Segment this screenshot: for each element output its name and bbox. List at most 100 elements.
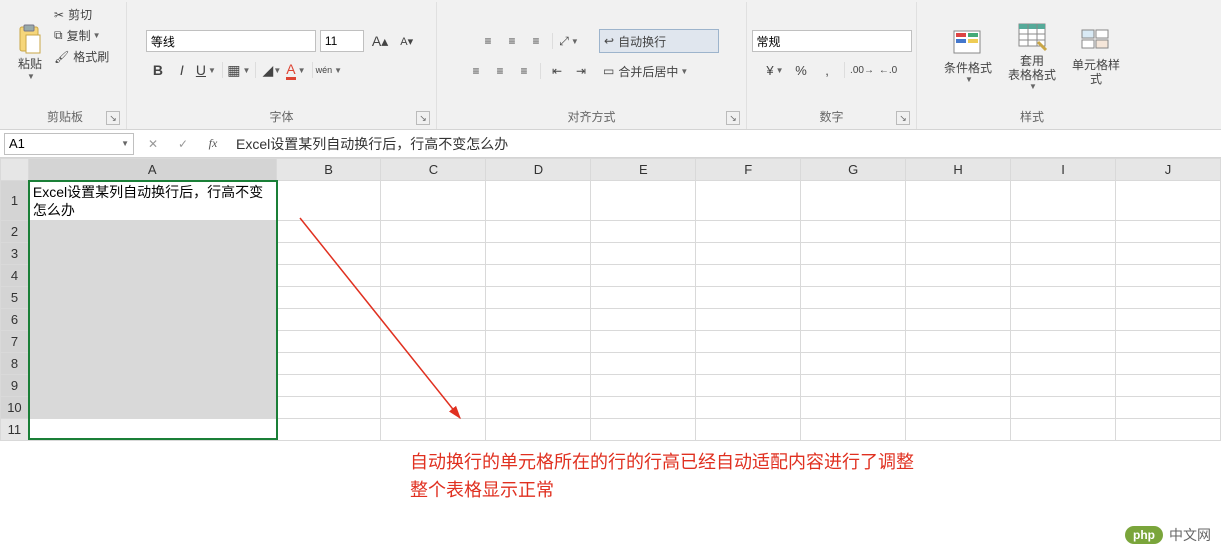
cell[interactable] bbox=[276, 265, 381, 287]
cell[interactable] bbox=[1116, 287, 1221, 309]
cell[interactable] bbox=[696, 181, 801, 221]
col-header-A[interactable]: A bbox=[28, 159, 276, 181]
cell[interactable] bbox=[486, 419, 591, 441]
cell[interactable] bbox=[801, 265, 906, 287]
align-bottom-button[interactable]: ≡ bbox=[524, 29, 548, 53]
select-all-corner[interactable] bbox=[1, 159, 29, 181]
cell[interactable] bbox=[1011, 243, 1116, 265]
cell[interactable] bbox=[28, 309, 276, 331]
accounting-format-button[interactable]: ¥▼ bbox=[762, 58, 788, 82]
cell[interactable] bbox=[591, 287, 696, 309]
row-header[interactable]: 11 bbox=[1, 419, 29, 441]
cell-A1[interactable]: Excel设置某列自动换行后，行高不变怎么办 bbox=[28, 181, 276, 221]
cell[interactable] bbox=[801, 397, 906, 419]
cell[interactable] bbox=[591, 397, 696, 419]
cell[interactable] bbox=[696, 375, 801, 397]
cell[interactable] bbox=[696, 331, 801, 353]
cell[interactable] bbox=[381, 287, 486, 309]
cell[interactable] bbox=[906, 221, 1011, 243]
cell[interactable] bbox=[1011, 331, 1116, 353]
formula-input[interactable] bbox=[228, 133, 1221, 155]
cell[interactable] bbox=[696, 309, 801, 331]
cell[interactable] bbox=[1011, 419, 1116, 441]
cell[interactable] bbox=[591, 221, 696, 243]
cell[interactable] bbox=[591, 419, 696, 441]
cell[interactable] bbox=[28, 221, 276, 243]
cell[interactable] bbox=[1011, 221, 1116, 243]
cell[interactable] bbox=[801, 221, 906, 243]
cell[interactable] bbox=[591, 265, 696, 287]
cell[interactable] bbox=[696, 221, 801, 243]
cell[interactable] bbox=[276, 397, 381, 419]
row-header[interactable]: 2 bbox=[1, 221, 29, 243]
col-header-H[interactable]: H bbox=[906, 159, 1011, 181]
cell[interactable] bbox=[801, 331, 906, 353]
row-header[interactable]: 4 bbox=[1, 265, 29, 287]
orientation-button[interactable]: ⤢▼ bbox=[557, 29, 581, 53]
cell[interactable] bbox=[1011, 265, 1116, 287]
cell[interactable] bbox=[276, 181, 381, 221]
cell[interactable] bbox=[28, 331, 276, 353]
cell[interactable] bbox=[28, 265, 276, 287]
merge-center-button[interactable]: ▭ 合并后居中 ▼ bbox=[599, 59, 719, 83]
cell[interactable] bbox=[28, 243, 276, 265]
row-header[interactable]: 5 bbox=[1, 287, 29, 309]
cell[interactable] bbox=[1011, 309, 1116, 331]
cell[interactable] bbox=[486, 287, 591, 309]
cell[interactable] bbox=[381, 419, 486, 441]
cell[interactable] bbox=[486, 375, 591, 397]
align-middle-button[interactable]: ≡ bbox=[500, 29, 524, 53]
decrease-font-button[interactable]: A▾ bbox=[396, 33, 417, 50]
cell[interactable] bbox=[28, 353, 276, 375]
cell[interactable] bbox=[381, 221, 486, 243]
number-format-select[interactable] bbox=[752, 30, 912, 52]
conditional-format-button[interactable]: 条件格式 ▼ bbox=[937, 21, 999, 88]
format-painter-button[interactable]: 🖌 格式刷 bbox=[52, 46, 122, 67]
col-header-B[interactable]: B bbox=[276, 159, 381, 181]
col-header-E[interactable]: E bbox=[591, 159, 696, 181]
cell[interactable] bbox=[1011, 397, 1116, 419]
cell[interactable] bbox=[381, 397, 486, 419]
cell[interactable] bbox=[28, 287, 276, 309]
cell[interactable] bbox=[1116, 331, 1221, 353]
cell[interactable] bbox=[276, 221, 381, 243]
cell[interactable] bbox=[1011, 181, 1116, 221]
cell[interactable] bbox=[906, 265, 1011, 287]
format-as-table-button[interactable]: 套用 表格格式 ▼ bbox=[1001, 14, 1063, 95]
cell[interactable] bbox=[591, 309, 696, 331]
cell[interactable] bbox=[801, 419, 906, 441]
cell[interactable] bbox=[1116, 309, 1221, 331]
cell[interactable] bbox=[906, 309, 1011, 331]
cell[interactable] bbox=[486, 331, 591, 353]
decrease-decimal-button[interactable]: ←.0 bbox=[875, 58, 901, 82]
cell[interactable] bbox=[801, 309, 906, 331]
percent-button[interactable]: % bbox=[788, 58, 814, 82]
cell[interactable] bbox=[28, 397, 276, 419]
row-header[interactable]: 7 bbox=[1, 331, 29, 353]
cell[interactable] bbox=[381, 243, 486, 265]
cell[interactable] bbox=[276, 309, 381, 331]
cell[interactable] bbox=[1116, 221, 1221, 243]
cell[interactable] bbox=[906, 397, 1011, 419]
cell[interactable] bbox=[276, 243, 381, 265]
cell[interactable] bbox=[486, 353, 591, 375]
cell[interactable] bbox=[591, 353, 696, 375]
cell[interactable] bbox=[591, 243, 696, 265]
cell[interactable] bbox=[801, 375, 906, 397]
cell[interactable] bbox=[1116, 397, 1221, 419]
cell[interactable] bbox=[696, 397, 801, 419]
bold-button[interactable]: B bbox=[146, 58, 170, 82]
cell[interactable] bbox=[591, 181, 696, 221]
insert-function-button[interactable]: fx bbox=[198, 133, 228, 155]
cell[interactable] bbox=[801, 353, 906, 375]
italic-button[interactable]: I bbox=[170, 58, 194, 82]
cell[interactable] bbox=[906, 243, 1011, 265]
borders-button[interactable]: ▦▼ bbox=[227, 58, 251, 82]
cell[interactable] bbox=[906, 331, 1011, 353]
cell[interactable] bbox=[1011, 287, 1116, 309]
cell[interactable] bbox=[486, 221, 591, 243]
cell[interactable] bbox=[906, 419, 1011, 441]
cell[interactable] bbox=[276, 353, 381, 375]
cancel-formula-button[interactable]: ✕ bbox=[138, 133, 168, 155]
dialog-launcher-icon[interactable]: ↘ bbox=[416, 111, 430, 125]
